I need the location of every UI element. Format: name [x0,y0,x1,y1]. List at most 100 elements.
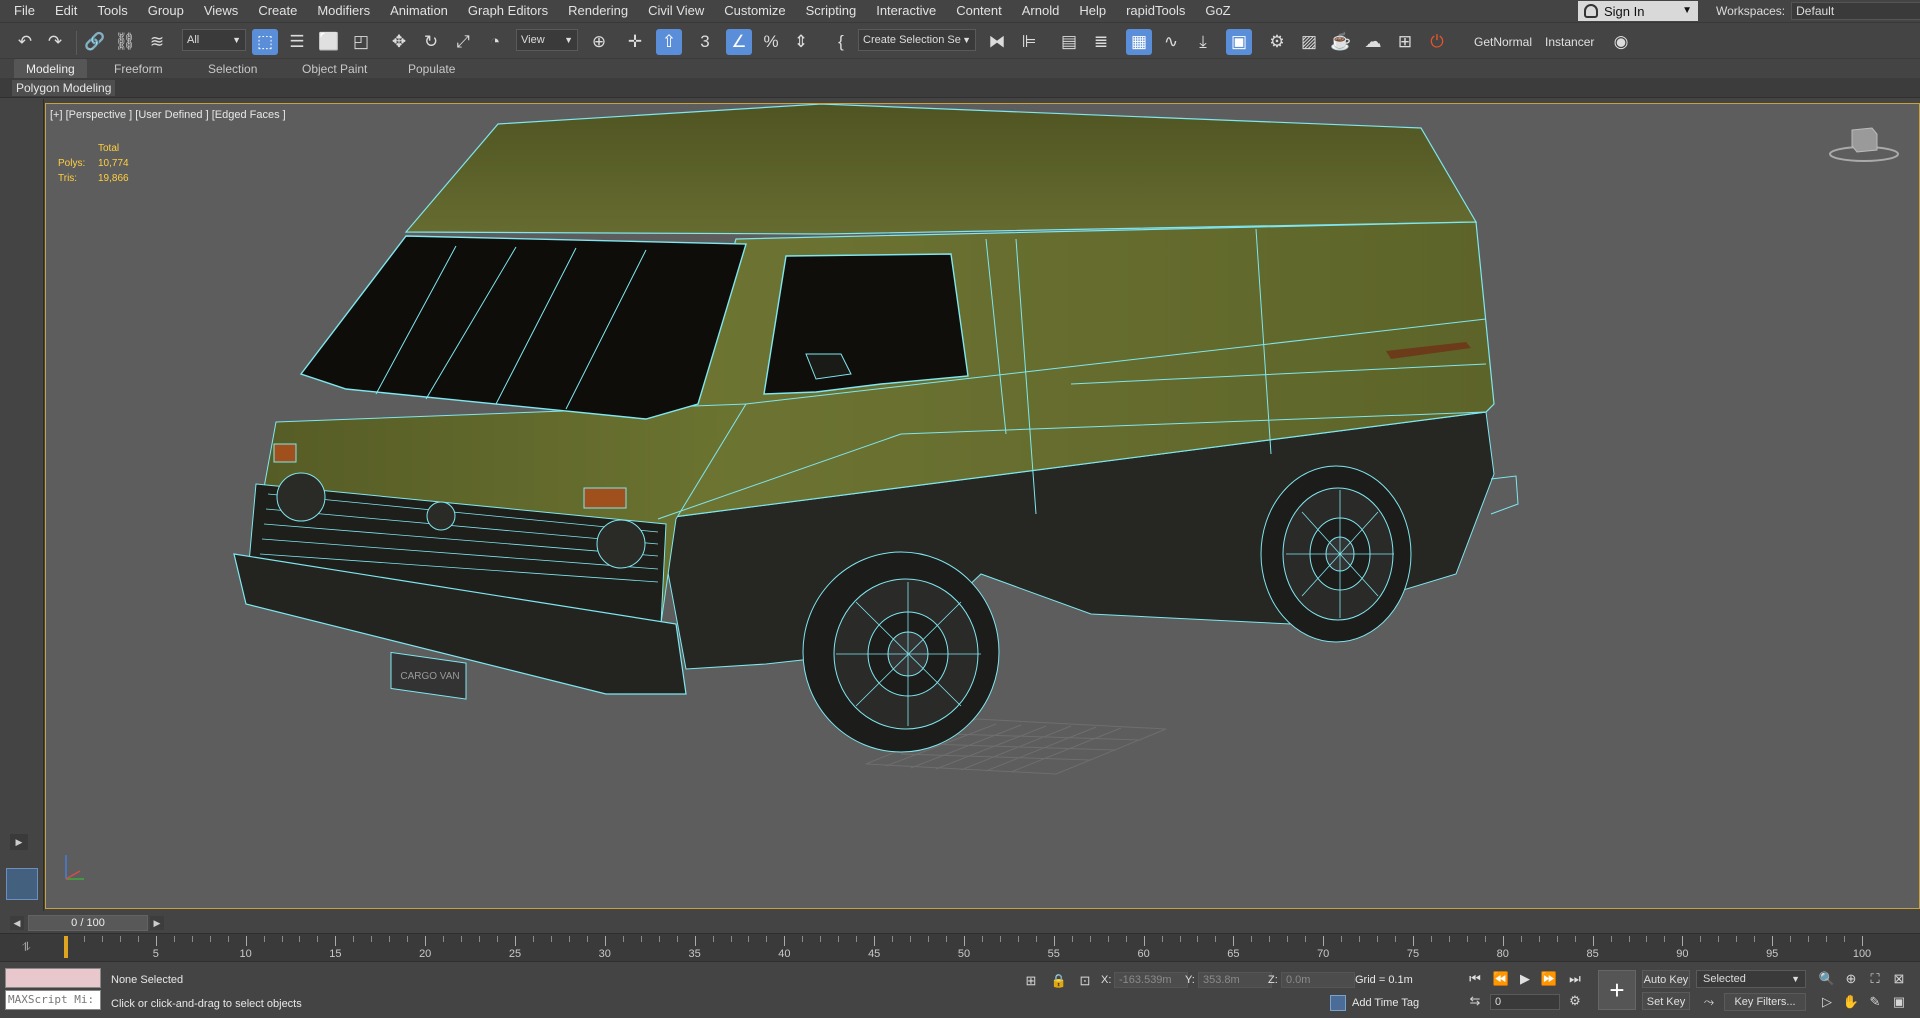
edit-named-selection-icon[interactable]: { [828,29,854,55]
tab-freeform[interactable]: Freeform [102,59,175,79]
viewport-layout-button[interactable] [6,868,38,900]
menu-modifiers[interactable]: Modifiers [307,0,380,22]
mirror-icon[interactable]: ⧓ [984,29,1010,55]
absolute-mode-icon[interactable]: ⊡ [1076,972,1094,990]
percent-snap-icon[interactable]: % [758,29,784,55]
zoom-icon[interactable]: 🔍 [1818,970,1836,988]
key-mode-icon[interactable]: ⇆ [1466,992,1484,1010]
select-manipulate-icon[interactable]: ✛ [622,29,648,55]
sign-in-button[interactable]: Sign In ▼ [1578,1,1698,21]
material-editor-icon[interactable]: ▣ [1226,29,1252,55]
add-time-tag-button[interactable]: Add Time Tag [1330,995,1419,1011]
tab-object-paint[interactable]: Object Paint [290,59,379,79]
menu-animation[interactable]: Animation [380,0,458,22]
menu-group[interactable]: Group [138,0,194,22]
redo-icon[interactable]: ↷ [42,29,68,55]
select-by-name-icon[interactable]: ☰ [284,29,310,55]
render-cloud-icon[interactable]: ☁ [1360,29,1386,55]
render-setup-icon[interactable]: ⚙ [1264,29,1290,55]
layer-explorer-icon[interactable]: ▤ [1056,29,1082,55]
lock-icon[interactable]: 🔒 [1050,972,1068,990]
play-icon[interactable]: ▶ [1514,970,1536,988]
menu-help[interactable]: Help [1069,0,1116,22]
key-selection-select[interactable]: Selected ▼ [1696,970,1806,988]
viewcube-icon[interactable] [1827,116,1901,166]
track-bar-icon[interactable]: ⥮ [22,940,31,955]
perspective-viewport[interactable]: CARGO VAN [+] [Perspective ] [User Defin… [45,103,1920,909]
z-coordinate-field[interactable]: 0.0m [1281,972,1355,988]
maxscript-listener[interactable] [5,968,101,988]
named-selection-set-select[interactable]: Create Selection Se ▼ [858,29,976,51]
undo-icon[interactable]: ↶ [12,29,38,55]
go-to-start-icon[interactable]: ⏮ [1464,970,1486,988]
instancer-button[interactable]: Instancer [1545,35,1594,49]
keyboard-shortcut-override-icon[interactable]: ⇧ [656,29,682,55]
power-icon[interactable]: ⏻ [1424,29,1450,55]
menu-content[interactable]: Content [946,0,1012,22]
menu-arnold[interactable]: Arnold [1012,0,1070,22]
key-filters-button[interactable]: Key Filters... [1724,993,1806,1011]
menu-interactive[interactable]: Interactive [866,0,946,22]
link-icon[interactable]: 🔗 [82,29,108,55]
curve-editor-icon[interactable]: ∿ [1158,29,1184,55]
isolate-icon[interactable]: ⊞ [1022,972,1040,990]
workspaces-select[interactable]: Default [1791,2,1920,20]
menu-rendering[interactable]: Rendering [558,0,638,22]
layers-icon[interactable]: ≣ [1088,29,1114,55]
time-config-icon[interactable]: ⚙ [1566,992,1584,1010]
pan-hand-icon[interactable]: ✋ [1842,993,1860,1011]
spinner-snap-icon[interactable]: ⇕ [788,29,814,55]
viewport-label[interactable]: [+] [Perspective ] [User Defined ] [Edge… [50,109,286,121]
menu-civil-view[interactable]: Civil View [638,0,714,22]
previous-frame-icon[interactable]: ⏪ [1490,970,1512,988]
time-prev-icon[interactable]: ◀ [10,916,24,930]
sphere-icon[interactable]: ◉ [1608,29,1634,55]
select-object-icon[interactable]: ⬚ [252,29,278,55]
auto-key-button[interactable]: Auto Key [1642,970,1690,988]
placement-icon[interactable]: ◔ [482,29,508,55]
selection-filter-select[interactable]: All ▼ [182,29,246,51]
rotate-icon[interactable]: ↻ [418,29,444,55]
rendered-frame-window-icon[interactable]: ▨ [1296,29,1322,55]
time-slider[interactable]: 0 / 100 [28,915,148,931]
menu-tools[interactable]: Tools [87,0,137,22]
region-select-icon[interactable]: ⬜ [316,29,342,55]
pivot-center-icon[interactable]: ⊕ [586,29,612,55]
render-production-icon[interactable]: ☕ [1328,29,1354,55]
van-model[interactable]: CARGO VAN [46,104,1920,909]
zoom-extents-icon[interactable]: ⛶ [1866,970,1884,988]
bind-spacewarp-icon[interactable]: ≋ [144,29,170,55]
time-next-icon[interactable]: ▶ [150,916,164,930]
time-cursor[interactable] [64,936,68,958]
angle-snap-icon[interactable]: ∠ [726,29,752,55]
getnormal-button[interactable]: GetNormal [1474,35,1532,49]
zoom-all-icon[interactable]: ⊕ [1842,970,1860,988]
tab-modeling[interactable]: Modeling [14,59,87,79]
menu-views[interactable]: Views [194,0,248,22]
y-coordinate-field[interactable]: 353.8m [1198,972,1272,988]
menu-goz[interactable]: GoZ [1195,0,1240,22]
zoom-extents-all-icon[interactable]: ⊠ [1890,970,1908,988]
menu-create[interactable]: Create [248,0,307,22]
menu-scripting[interactable]: Scripting [796,0,867,22]
tab-selection[interactable]: Selection [196,59,269,79]
snaps-toggle-icon[interactable]: 3 [692,29,718,55]
menu-rapidtools[interactable]: rapidTools [1116,0,1195,22]
expand-arrow-icon[interactable]: ▶ [10,834,28,850]
menu-graph-editors[interactable]: Graph Editors [458,0,558,22]
window-crossing-icon[interactable]: ◰ [348,29,374,55]
next-frame-icon[interactable]: ⏩ [1538,970,1560,988]
move-icon[interactable]: ✥ [386,29,412,55]
current-frame-field[interactable]: 0 [1490,994,1560,1010]
default-in-out-tangent-icon[interactable]: ⤳ [1700,993,1718,1011]
maximize-viewport-icon[interactable]: ▣ [1890,993,1908,1011]
tab-populate[interactable]: Populate [396,59,467,79]
unlink-icon[interactable]: ⛓ [112,29,138,55]
track-bar[interactable]: ⥮ 5 10 15 20 25 30 35 40 45 50 55 60 65 70 75 80 85 90 95 1… [0,933,1920,961]
reference-coordinate-select[interactable]: View ▼ [516,29,578,51]
scale-icon[interactable]: ⤢ [450,29,476,55]
set-key-button[interactable]: Set Key [1642,992,1690,1010]
polygon-modeling-label[interactable]: Polygon Modeling [12,80,116,96]
ribbon-toggle-icon[interactable]: ▦ [1126,29,1152,55]
go-to-end-icon[interactable]: ⏭ [1564,970,1586,988]
